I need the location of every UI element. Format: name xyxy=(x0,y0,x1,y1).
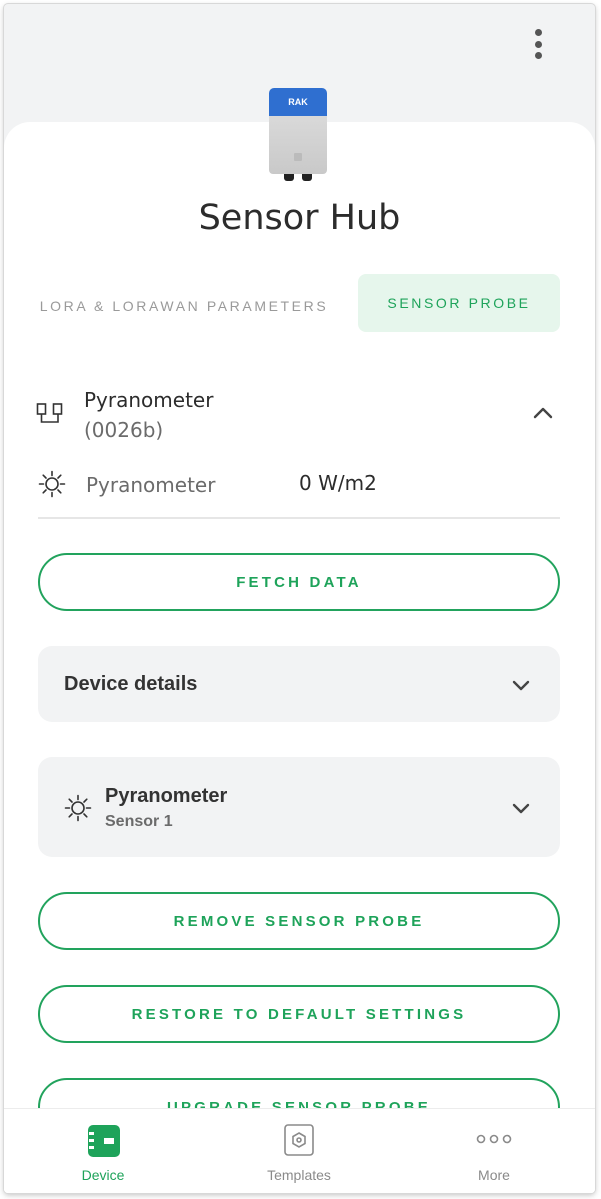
chevron-down-icon xyxy=(512,803,530,814)
app-screen: RAK Sensor Hub LORA & LORAWAN PARAMETERS… xyxy=(4,4,595,1193)
nav-more-label: More xyxy=(478,1167,510,1183)
nav-more[interactable]: More xyxy=(429,1109,559,1193)
tab-lora-lorawan-parameters[interactable]: LORA & LORAWAN PARAMETERS xyxy=(34,286,334,326)
page-title: Sensor Hub xyxy=(198,198,401,238)
restore-default-settings-button[interactable]: RESTORE TO DEFAULT SETTINGS xyxy=(38,985,560,1043)
device-details-label: Device details xyxy=(64,673,198,695)
nav-device[interactable]: Device xyxy=(38,1109,168,1193)
reading-value: 0 W/m2 xyxy=(299,471,377,495)
sensor-title: Pyranometer xyxy=(105,785,228,807)
nav-templates[interactable]: Templates xyxy=(234,1109,364,1193)
remove-sensor-probe-button[interactable]: REMOVE SENSOR PROBE xyxy=(38,892,560,950)
tab-sensor-probe[interactable]: SENSOR PROBE xyxy=(358,274,560,332)
probe-icon xyxy=(36,403,63,423)
chevron-up-icon[interactable] xyxy=(532,404,554,422)
sensor-subtitle: Sensor 1 xyxy=(105,813,173,830)
chevron-down-icon xyxy=(512,680,530,691)
device-icon xyxy=(88,1125,120,1157)
probe-id: (0026b) xyxy=(84,418,164,442)
device-image: RAK xyxy=(269,88,327,183)
sensor-accordion[interactable]: Pyranometer Sensor 1 xyxy=(38,757,560,857)
reading-label: Pyranometer xyxy=(86,473,216,497)
divider xyxy=(38,517,560,519)
sun-icon xyxy=(64,794,92,822)
rak-logo: RAK xyxy=(269,88,327,116)
bottom-nav: Device Templates More xyxy=(4,1108,595,1193)
templates-icon xyxy=(284,1124,314,1156)
overflow-menu-icon[interactable] xyxy=(526,26,550,62)
fetch-data-button[interactable]: FETCH DATA xyxy=(38,553,560,611)
nav-templates-label: Templates xyxy=(267,1167,331,1183)
nav-device-label: Device xyxy=(81,1167,125,1183)
probe-name: Pyranometer xyxy=(84,388,214,412)
sun-icon xyxy=(38,470,66,498)
more-dots-icon xyxy=(476,1134,512,1144)
device-details-accordion[interactable]: Device details xyxy=(38,646,560,722)
